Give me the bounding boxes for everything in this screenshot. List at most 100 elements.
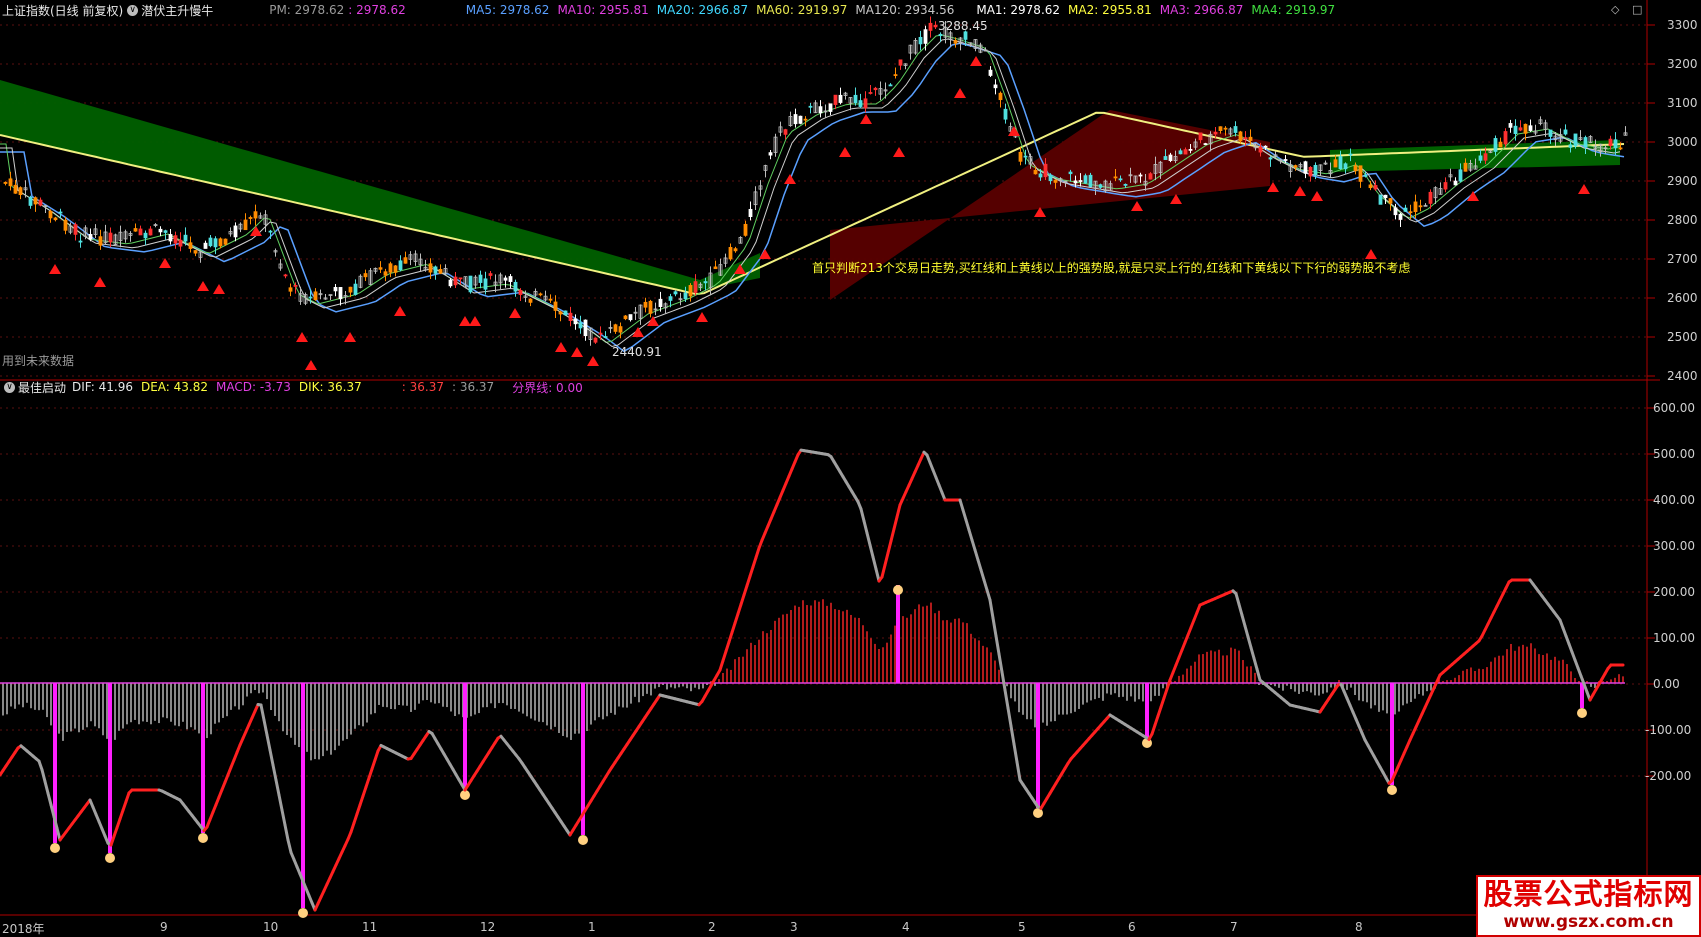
histogram-bar: [1190, 665, 1192, 683]
candle-body: [333, 287, 338, 292]
histogram-bar: [1110, 683, 1112, 695]
candle-body: [448, 279, 453, 287]
histogram-bar: [470, 683, 472, 717]
histogram-bar: [174, 683, 176, 726]
candle-body: [1113, 176, 1118, 179]
histogram-bar: [1378, 683, 1380, 712]
histogram-bar: [1218, 649, 1220, 683]
candle-body: [53, 217, 58, 221]
histogram-bar: [270, 683, 272, 711]
oscillator-segment: [1243, 624, 1250, 639]
histogram-bar: [1362, 683, 1364, 702]
histogram-bar: [1030, 683, 1032, 720]
oscillator-segment: [892, 515, 899, 531]
candle-body: [468, 275, 473, 293]
histogram-bar: [354, 683, 356, 729]
histogram-bar: [78, 683, 80, 733]
histogram-bar: [618, 683, 620, 707]
histogram-bar: [1294, 683, 1296, 692]
candle-body: [488, 273, 493, 276]
histogram-bar: [1386, 683, 1388, 714]
candle-body: [398, 260, 403, 271]
histogram-bar: [1394, 683, 1396, 715]
histogram-bar: [998, 669, 1000, 683]
candle-body: [203, 242, 208, 249]
histogram-bar: [226, 683, 228, 717]
oscillator-segment: [1006, 706, 1013, 728]
candle-body: [1238, 131, 1243, 142]
histogram-bar: [454, 683, 456, 717]
histogram-bar: [1074, 683, 1076, 712]
candle-body: [458, 277, 463, 280]
candle-body: [308, 296, 313, 299]
oscillator-segment: [871, 555, 878, 571]
histogram-bar: [14, 683, 16, 709]
oscillator-segment: [982, 578, 989, 592]
candle-body: [508, 276, 513, 282]
time-tick: 1: [588, 920, 596, 934]
buy-signal-marker: [784, 174, 796, 184]
price-tick: 3100: [1667, 96, 1698, 110]
candle-body: [1248, 136, 1253, 141]
candle-body: [1613, 139, 1618, 149]
candle-body: [1338, 156, 1343, 170]
candle-body: [1408, 211, 1413, 214]
candle-body: [1263, 145, 1268, 148]
histogram-bar: [858, 617, 860, 683]
candle-body: [1343, 163, 1348, 170]
watermark-logo: 股票公式指标网 www.gszx.com.cn: [1476, 875, 1701, 937]
candle-body: [383, 271, 388, 276]
candle-body: [1378, 194, 1383, 205]
histogram-bar: [86, 683, 88, 728]
oscillator-segment: [277, 793, 284, 812]
histogram-bar: [318, 683, 320, 760]
hand-pointer-icon: [105, 853, 115, 863]
histogram-bar: [1430, 683, 1432, 691]
histogram-bar: [650, 683, 652, 696]
sub-tick: 0.00: [1653, 677, 1680, 691]
histogram-bar: [698, 683, 700, 690]
price-tick: 2800: [1667, 213, 1698, 227]
histogram-bar: [946, 620, 948, 683]
histogram-bar: [150, 683, 152, 725]
buy-signal-marker: [1311, 191, 1323, 201]
sub-indicator-dropdown-icon[interactable]: ∨: [4, 381, 15, 393]
oscillator-segment: [265, 733, 272, 752]
candle-body: [168, 234, 173, 242]
macd-value: MACD: -3.73: [216, 380, 291, 394]
histogram-bar: [170, 683, 172, 722]
price-tick: 3200: [1667, 57, 1698, 71]
histogram-bar: [1454, 677, 1456, 683]
histogram-bar: [398, 683, 400, 706]
histogram-bar: [598, 683, 600, 718]
histogram-bar: [406, 683, 408, 706]
candle-body: [938, 33, 943, 37]
candle-body: [1583, 137, 1588, 148]
candle-body: [1458, 169, 1463, 182]
histogram-bar: [1418, 683, 1420, 695]
candle-body: [188, 242, 193, 249]
candle-body: [583, 319, 588, 337]
histogram-bar: [982, 645, 984, 683]
watermark-line1: 股票公式指标网: [1483, 877, 1694, 911]
buy-signal-marker: [1578, 184, 1590, 194]
candle-body: [1358, 165, 1363, 182]
histogram-bar: [10, 683, 12, 707]
histogram-bar: [410, 683, 412, 712]
candle-body: [643, 301, 648, 308]
candle-body: [1168, 154, 1173, 162]
oscillator-segment: [883, 551, 890, 567]
histogram-bar: [1282, 683, 1284, 691]
histogram-bar: [590, 683, 592, 725]
histogram-bar: [1526, 646, 1528, 683]
candle-body: [338, 287, 343, 300]
histogram-bar: [1150, 683, 1152, 702]
sub-panel-name[interactable]: 最佳启动: [18, 379, 66, 396]
histogram-bar: [246, 683, 248, 697]
candle-body: [768, 152, 773, 156]
histogram-bar: [1462, 670, 1464, 683]
histogram-bar: [1570, 671, 1572, 683]
histogram-bar: [798, 606, 800, 683]
histogram-bar: [930, 602, 932, 683]
histogram-bar: [1046, 683, 1048, 726]
